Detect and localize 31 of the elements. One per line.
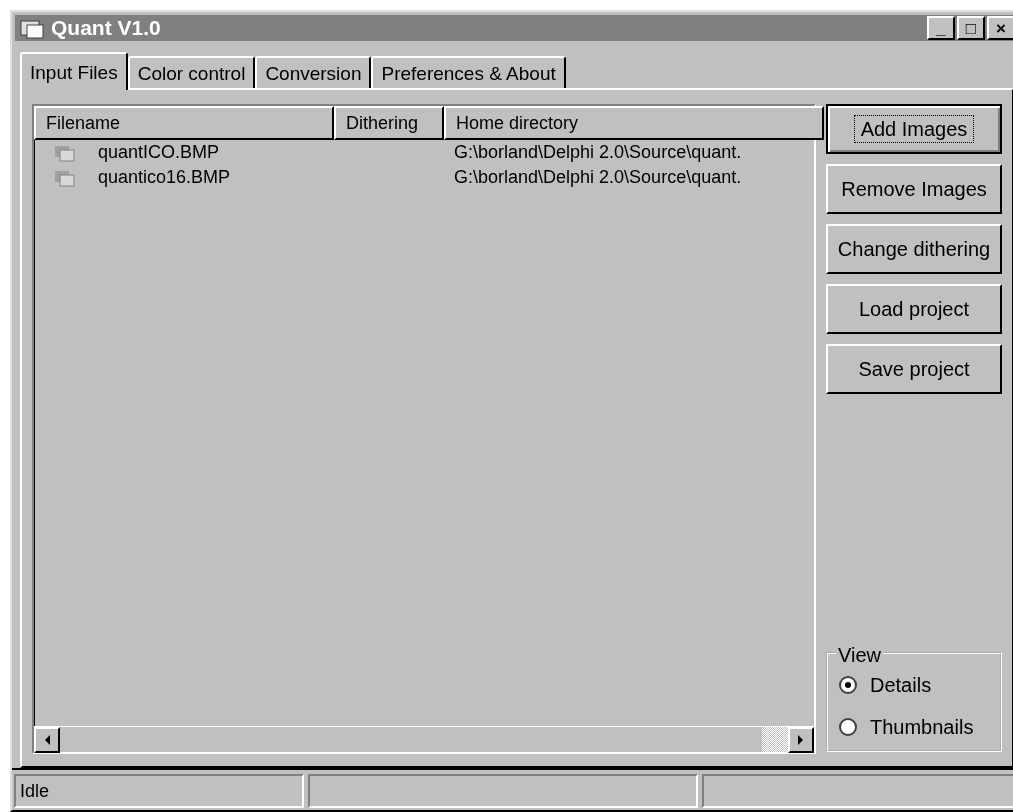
- button[interactable]: Save project: [826, 344, 1002, 394]
- tab[interactable]: Input Files: [20, 52, 128, 90]
- table-cell: G:\borland\Delphi 2.0\Source\quant.: [454, 142, 742, 162]
- button[interactable]: Change dithering: [826, 224, 1002, 274]
- right-arrow-icon: [797, 735, 805, 745]
- column-header[interactable]: Home directory: [444, 106, 824, 140]
- status-panel: Idle: [14, 774, 304, 808]
- button[interactable]: Load project: [826, 284, 1002, 334]
- maximize-button[interactable]: □: [957, 16, 985, 40]
- tab[interactable]: Preferences & About: [371, 56, 566, 88]
- radio-button[interactable]: [838, 675, 858, 695]
- button[interactable]: Add Images: [826, 104, 1002, 154]
- column-header[interactable]: Dithering: [334, 106, 444, 140]
- table-cell: G:\borland\Delphi 2.0\Source\quant.: [454, 167, 742, 187]
- scroll-thumb[interactable]: [762, 727, 788, 752]
- horizontal-scrollbar[interactable]: [34, 726, 814, 752]
- scroll-right-button[interactable]: [788, 727, 814, 753]
- tab[interactable]: Color control: [127, 56, 256, 88]
- radio-label: Details: [870, 673, 932, 698]
- scroll-left-button[interactable]: [34, 727, 60, 753]
- column-header[interactable]: Filename: [34, 106, 334, 140]
- table-cell-text: quantICO.BMP: [98, 141, 220, 164]
- radio-button[interactable]: [838, 717, 858, 737]
- table-cell-text: quantico16.BMP: [98, 166, 231, 189]
- button[interactable]: Remove Images: [826, 164, 1002, 214]
- minimize-button[interactable]: _: [927, 16, 955, 40]
- close-button[interactable]: ×: [987, 16, 1013, 40]
- left-arrow-icon: [43, 735, 51, 745]
- radio-label: Thumbnails: [870, 715, 974, 740]
- window-title: Quant V1.0: [51, 15, 161, 42]
- tab[interactable]: Conversion: [255, 56, 372, 88]
